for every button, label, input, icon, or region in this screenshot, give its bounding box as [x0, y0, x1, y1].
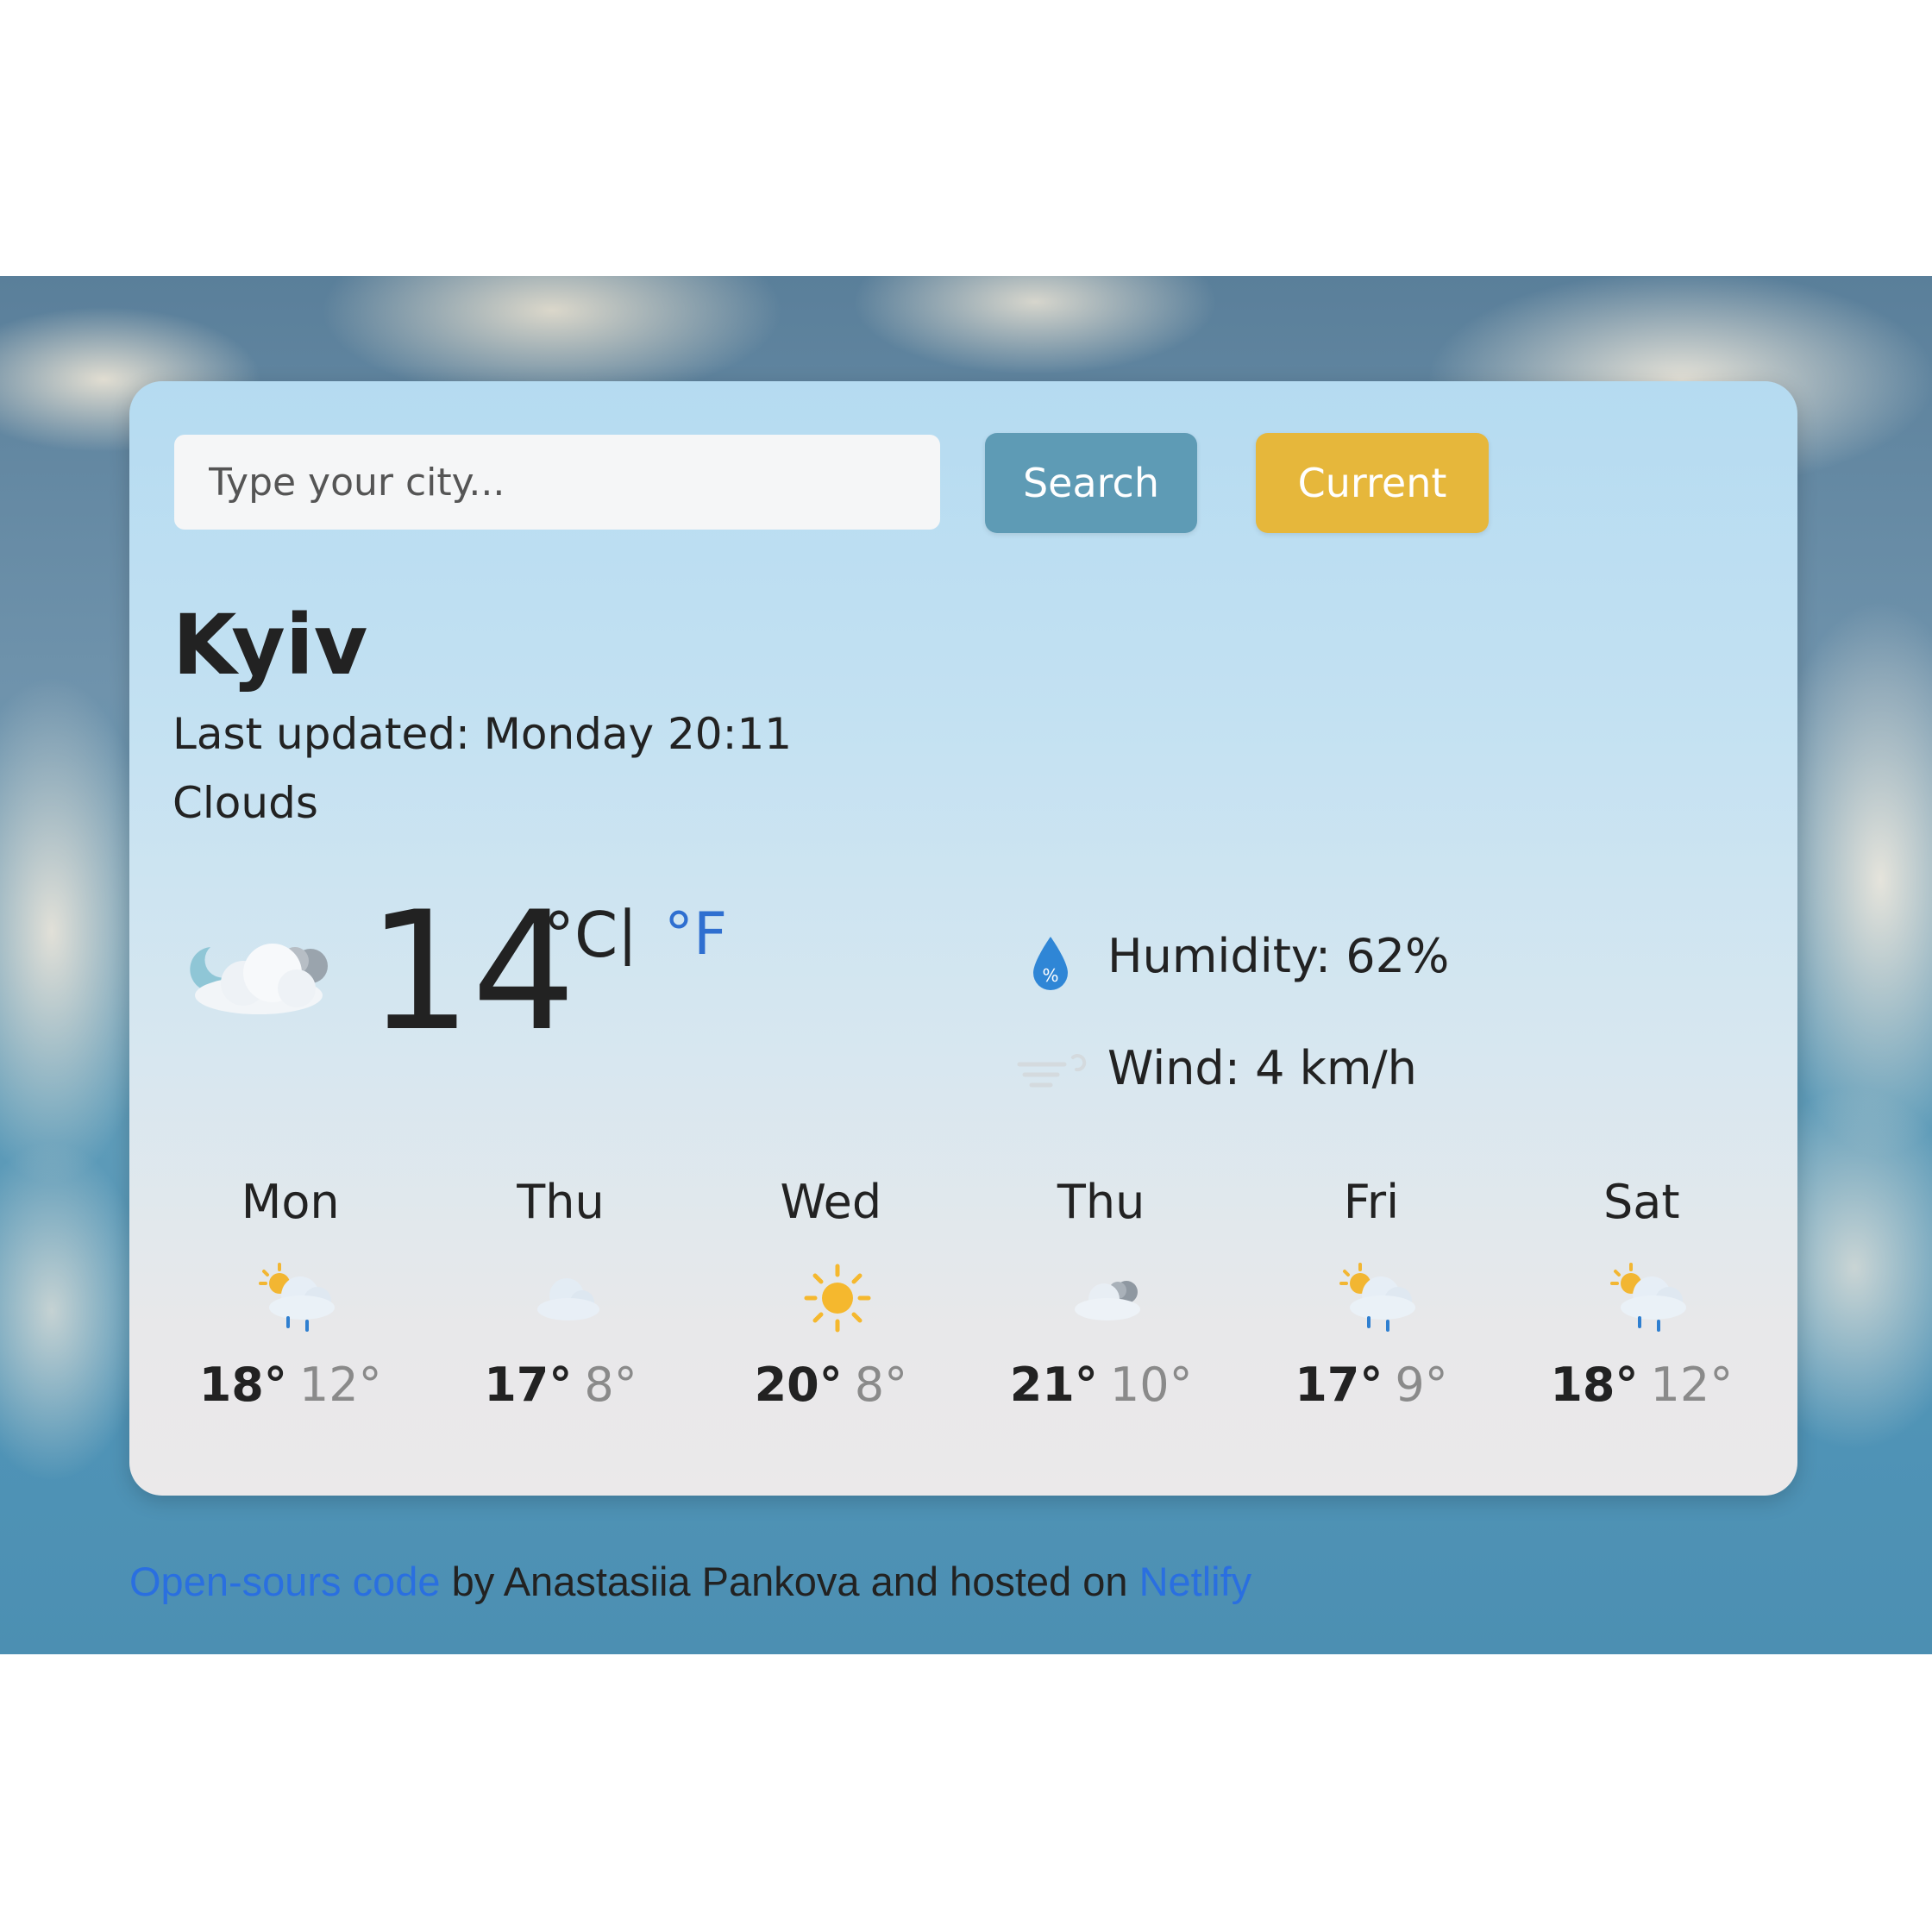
wind-label: Wind:	[1107, 1041, 1240, 1095]
forecast-min: 8°	[584, 1358, 637, 1412]
last-updated-value: Monday 20:11	[483, 709, 793, 759]
sun-rain-icon	[259, 1263, 335, 1332]
forecast-row: Mon 18° 12° Thu 17° 8° Wed 20° 8° Thu 21…	[155, 1175, 1777, 1433]
weather-card: Search Current Kyiv Last updated: Monday…	[129, 381, 1797, 1496]
wind: Wind: 4 km/h	[1107, 1041, 1417, 1095]
forecast-min: 10°	[1109, 1358, 1193, 1412]
current-location-button[interactable]: Current	[1256, 433, 1489, 533]
forecast-temps: 18° 12°	[155, 1358, 425, 1412]
forecast-day: Fri 17° 9°	[1236, 1175, 1506, 1433]
forecast-max: 21°	[1009, 1358, 1098, 1412]
source-code-link[interactable]: Open-sours code	[129, 1559, 441, 1604]
humidity-drop-icon: %	[1033, 937, 1068, 990]
forecast-day-name: Thu	[1057, 1175, 1145, 1229]
forecast-temps: 17° 9°	[1236, 1358, 1506, 1412]
forecast-min: 12°	[1650, 1358, 1734, 1412]
forecast-day-name: Fri	[1343, 1175, 1400, 1229]
unit-separator: |	[618, 899, 637, 967]
netlify-link[interactable]: Netlify	[1139, 1559, 1252, 1604]
forecast-day-name: Sat	[1603, 1175, 1680, 1229]
search-button[interactable]: Search	[985, 433, 1197, 533]
svg-text:%: %	[1042, 965, 1058, 986]
wind-value: 4 km/h	[1255, 1041, 1417, 1095]
sun-icon	[804, 1264, 871, 1333]
forecast-max: 18°	[1550, 1358, 1639, 1412]
city-search-input[interactable]	[174, 435, 940, 530]
forecast-day: Wed 20° 8°	[696, 1175, 966, 1433]
sun-rain-icon	[1339, 1263, 1416, 1332]
forecast-day: Sat 18° 12°	[1507, 1175, 1777, 1433]
forecast-day: Thu 17° 8°	[425, 1175, 695, 1433]
forecast-min: 8°	[854, 1358, 908, 1412]
forecast-day: Mon 18° 12°	[155, 1175, 425, 1433]
forecast-max: 18°	[198, 1358, 287, 1412]
cloud-icon	[537, 1278, 600, 1320]
footer-credit-text: by Anastasiia Pankova and hosted on	[440, 1559, 1139, 1604]
humidity-value: 62%	[1346, 929, 1450, 983]
forecast-day: Thu 21° 10°	[966, 1175, 1236, 1433]
humidity: Humidity: 62%	[1107, 929, 1449, 983]
forecast-temps: 18° 12°	[1507, 1358, 1777, 1412]
forecast-day-name: Mon	[241, 1175, 340, 1229]
forecast-min: 12°	[298, 1358, 382, 1412]
forecast-temps: 21° 10°	[966, 1358, 1236, 1412]
weather-description: Clouds	[172, 778, 318, 828]
forecast-min: 9°	[1395, 1358, 1448, 1412]
celsius-unit[interactable]: °C	[543, 899, 618, 971]
forecast-temps: 17° 8°	[425, 1358, 695, 1412]
forecast-max: 17°	[1295, 1358, 1383, 1412]
wind-icon	[1017, 1054, 1087, 1088]
last-updated: Last updated: Monday 20:11	[172, 709, 792, 759]
forecast-max: 17°	[484, 1358, 573, 1412]
fahrenheit-link[interactable]: °F	[664, 900, 727, 969]
humidity-label: Humidity:	[1107, 929, 1332, 983]
forecast-temps: 20° 8°	[696, 1358, 966, 1412]
city-name: Kyiv	[172, 597, 368, 693]
footer: Open-sours code by Anastasiia Pankova an…	[129, 1558, 1251, 1605]
clouds-icon	[1074, 1281, 1140, 1320]
forecast-day-name: Thu	[517, 1175, 605, 1229]
sun-rain-icon	[1609, 1263, 1686, 1332]
forecast-day-name: Wed	[780, 1175, 882, 1229]
last-updated-label: Last updated:	[172, 709, 470, 759]
forecast-max: 20°	[754, 1358, 843, 1412]
few-clouds-night-icon	[190, 944, 328, 1014]
